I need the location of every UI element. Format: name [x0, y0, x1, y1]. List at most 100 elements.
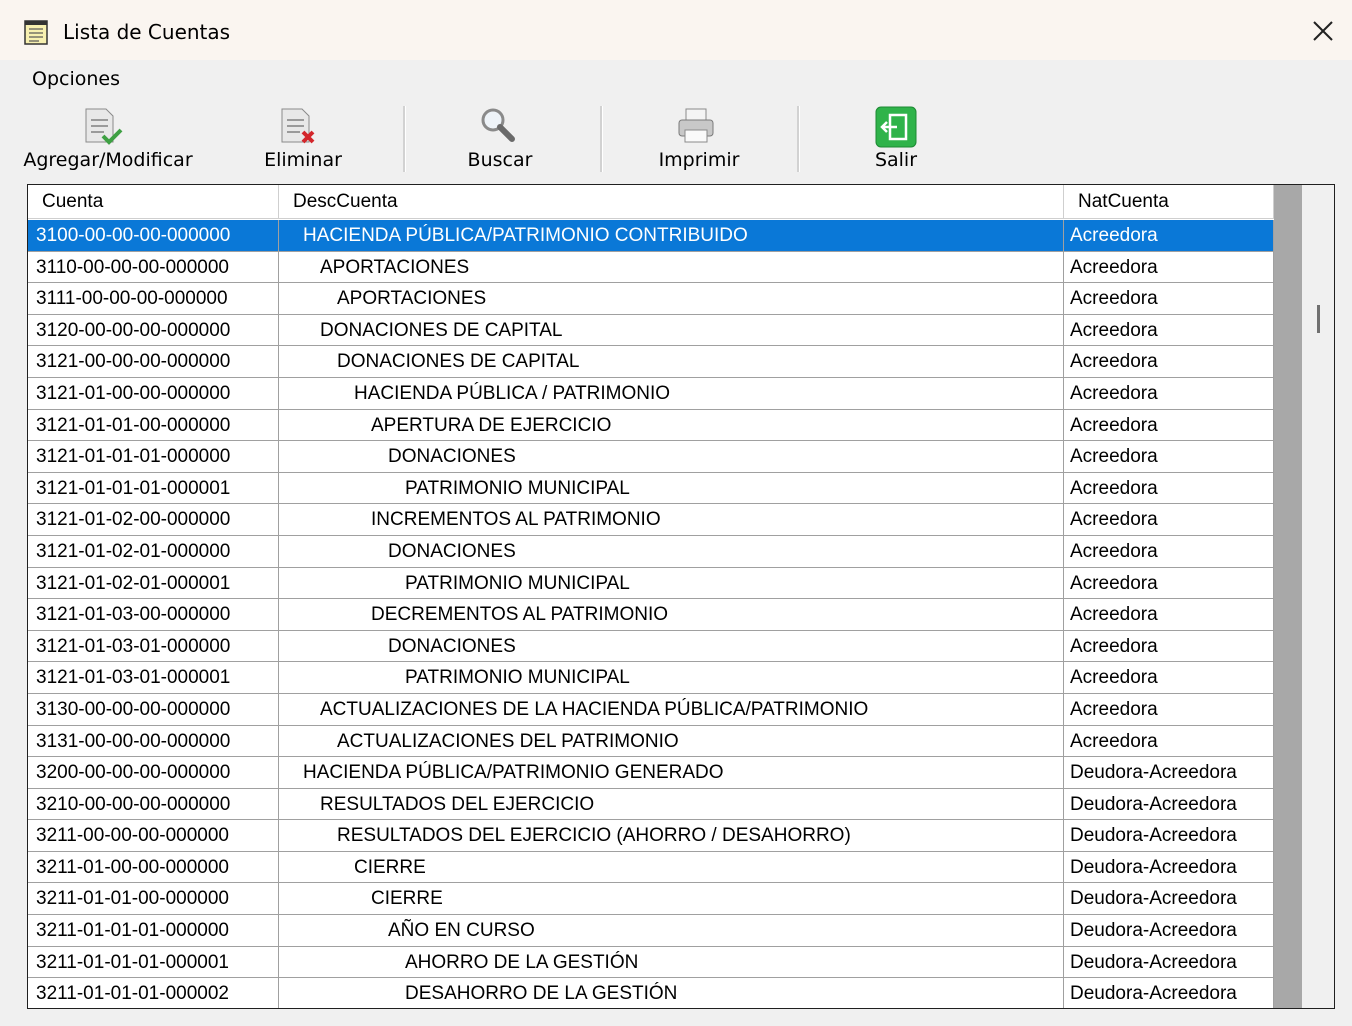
cell-cuenta[interactable]: 3121-01-01-01-000000 — [28, 441, 279, 473]
cell-cuenta[interactable]: 3121-00-00-00-000000 — [28, 346, 279, 378]
cell-natcuenta[interactable]: Deudora-Acreedora — [1064, 788, 1274, 821]
cell-cuenta[interactable]: 3211-01-01-01-000001 — [28, 946, 279, 979]
table-row[interactable]: 3121-01-03-01-000000 DONACIONES Acreedora — [28, 630, 1274, 663]
cell-natcuenta[interactable]: Acreedora — [1064, 693, 1274, 726]
cell-desccuenta[interactable]: AHORRO DE LA GESTIÓN — [279, 946, 1064, 979]
table-row[interactable]: 3121-01-02-00-000000 INCREMENTOS AL PATRI… — [28, 504, 1274, 536]
table-row[interactable]: 3211-00-00-00-000000 RESULTADOS DEL EJERC… — [28, 820, 1274, 852]
cell-desccuenta[interactable]: INCREMENTOS AL PATRIMONIO — [279, 504, 1064, 536]
table-row[interactable]: 3210-00-00-00-000000 RESULTADOS DEL EJERC… — [28, 788, 1274, 821]
cell-cuenta[interactable]: 3121-01-03-01-000000 — [28, 630, 279, 663]
column-header-desccuenta[interactable]: DescCuenta — [279, 185, 1064, 219]
cell-cuenta[interactable]: 3200-00-00-00-000000 — [28, 757, 279, 789]
cell-cuenta[interactable]: 3121-01-02-01-000001 — [28, 567, 279, 600]
cell-natcuenta[interactable]: Acreedora — [1064, 567, 1274, 600]
table-row[interactable]: 3111-00-00-00-000000 APORTACIONES Acreedor… — [28, 283, 1274, 315]
cell-cuenta[interactable]: 3121-01-02-01-000000 — [28, 535, 279, 568]
column-header-cuenta[interactable]: Cuenta — [28, 185, 279, 219]
cell-desccuenta[interactable]: DECREMENTOS AL PATRIMONIO — [279, 599, 1064, 631]
cell-natcuenta[interactable]: Deudora-Acreedora — [1064, 915, 1274, 947]
cell-natcuenta[interactable]: Acreedora — [1064, 535, 1274, 568]
cell-natcuenta[interactable]: Deudora-Acreedora — [1064, 757, 1274, 789]
table-row[interactable]: 3211-01-00-00-000000 CIERRE Deudora-Acreed… — [28, 851, 1274, 884]
cell-natcuenta[interactable]: Acreedora — [1064, 314, 1274, 347]
cell-natcuenta[interactable]: Acreedora — [1064, 504, 1274, 536]
cell-desccuenta[interactable]: APERTURA DE EJERCICIO — [279, 409, 1064, 442]
cell-natcuenta[interactable]: Acreedora — [1064, 409, 1274, 442]
cell-cuenta[interactable]: 3211-01-01-01-000002 — [28, 978, 279, 1008]
cell-natcuenta[interactable]: Deudora-Acreedora — [1064, 820, 1274, 852]
table-row[interactable]: 3120-00-00-00-000000 DONACIONES DE CAPITA… — [28, 314, 1274, 347]
cell-desccuenta[interactable]: RESULTADOS DEL EJERCICIO (AHORRO / DESAH… — [279, 820, 1064, 852]
cell-desccuenta[interactable]: DONACIONES DE CAPITAL — [279, 346, 1064, 378]
table-row[interactable]: 3121-00-00-00-000000 DONACIONES DE CAPITA… — [28, 346, 1274, 378]
cell-cuenta[interactable]: 3110-00-00-00-000000 — [28, 251, 279, 284]
cell-desccuenta[interactable]: DONACIONES DE CAPITAL — [279, 314, 1064, 347]
add-modify-button[interactable]: Agregar/Modificar — [10, 100, 206, 180]
cell-desccuenta[interactable]: DONACIONES — [279, 630, 1064, 663]
cell-desccuenta[interactable]: DONACIONES — [279, 441, 1064, 473]
cell-cuenta[interactable]: 3210-00-00-00-000000 — [28, 788, 279, 821]
cell-cuenta[interactable]: 3211-01-00-00-000000 — [28, 851, 279, 884]
cell-cuenta[interactable]: 3211-01-01-01-000000 — [28, 915, 279, 947]
cell-natcuenta[interactable]: Acreedora — [1064, 377, 1274, 410]
vertical-scrollbar[interactable] — [1302, 185, 1334, 1008]
table-row[interactable]: 3110-00-00-00-000000 APORTACIONES Acreedor… — [28, 251, 1274, 284]
close-button[interactable] — [1294, 0, 1352, 60]
cell-cuenta[interactable]: 3121-01-01-00-000000 — [28, 409, 279, 442]
cell-desccuenta[interactable]: HACIENDA PÚBLICA / PATRIMONIO — [279, 377, 1064, 410]
table-row[interactable]: 3121-01-02-01-000000 DONACIONES Acreedora — [28, 535, 1274, 568]
cell-cuenta[interactable]: 3211-00-00-00-000000 — [28, 820, 279, 852]
cell-cuenta[interactable]: 3121-01-01-01-000001 — [28, 472, 279, 505]
table-row[interactable]: 3131-00-00-00-000000 ACTUALIZACIONES DEL … — [28, 725, 1274, 758]
cell-cuenta[interactable]: 3131-00-00-00-000000 — [28, 725, 279, 758]
cell-desccuenta[interactable]: DONACIONES — [279, 535, 1064, 568]
table-row[interactable]: 3130-00-00-00-000000 ACTUALIZACIONES DE L… — [28, 693, 1274, 726]
cell-desccuenta[interactable]: RESULTADOS DEL EJERCICIO — [279, 788, 1064, 821]
table-row[interactable]: 3121-01-01-01-000000 DONACIONES Acreedora — [28, 441, 1274, 473]
cell-natcuenta[interactable]: Deudora-Acreedora — [1064, 883, 1274, 916]
cell-desccuenta[interactable]: PATRIMONIO MUNICIPAL — [279, 567, 1064, 600]
cell-desccuenta[interactable]: DESAHORRO DE LA GESTIÓN — [279, 978, 1064, 1008]
cell-desccuenta[interactable]: CIERRE — [279, 883, 1064, 916]
print-button[interactable]: Imprimir — [640, 100, 758, 180]
cell-cuenta[interactable]: 3100-00-00-00-000000 — [28, 220, 279, 252]
cell-cuenta[interactable]: 3121-01-03-01-000001 — [28, 662, 279, 694]
cell-desccuenta[interactable]: PATRIMONIO MUNICIPAL — [279, 472, 1064, 505]
table-row[interactable]: 3211-01-01-01-000000 AÑO EN CURSO Deudora-… — [28, 915, 1274, 947]
table-row[interactable]: 3211-01-01-01-000001 AHORRO DE LA GESTIÓN… — [28, 946, 1274, 979]
cell-natcuenta[interactable]: Acreedora — [1064, 220, 1274, 252]
cell-cuenta[interactable]: 3130-00-00-00-000000 — [28, 693, 279, 726]
accounts-grid[interactable]: Cuenta DescCuenta NatCuenta 3100-00-00-0… — [27, 184, 1335, 1009]
menu-opciones[interactable]: Opciones — [32, 68, 120, 90]
cell-cuenta[interactable]: 3121-01-03-00-000000 — [28, 599, 279, 631]
exit-button[interactable]: Salir — [846, 100, 946, 180]
table-row[interactable]: 3211-01-01-01-000002 DESAHORRO DE LA GEST… — [28, 978, 1274, 1008]
cell-desccuenta[interactable]: AÑO EN CURSO — [279, 915, 1064, 947]
scrollbar-thumb[interactable] — [1317, 305, 1320, 333]
table-row[interactable]: 3121-01-03-01-000001 PATRIMONIO MUNICIPAL… — [28, 662, 1274, 694]
cell-natcuenta[interactable]: Acreedora — [1064, 251, 1274, 284]
cell-natcuenta[interactable]: Deudora-Acreedora — [1064, 851, 1274, 884]
cell-desccuenta[interactable]: ACTUALIZACIONES DE LA HACIENDA PÚBLICA/P… — [279, 693, 1064, 726]
cell-natcuenta[interactable]: Deudora-Acreedora — [1064, 946, 1274, 979]
cell-cuenta[interactable]: 3121-01-00-00-000000 — [28, 377, 279, 410]
table-row[interactable]: 3121-01-01-00-000000 APERTURA DE EJERCICI… — [28, 409, 1274, 442]
cell-cuenta[interactable]: 3121-01-02-00-000000 — [28, 504, 279, 536]
cell-natcuenta[interactable]: Acreedora — [1064, 630, 1274, 663]
cell-desccuenta[interactable]: PATRIMONIO MUNICIPAL — [279, 662, 1064, 694]
cell-cuenta[interactable]: 3120-00-00-00-000000 — [28, 314, 279, 347]
table-row[interactable]: 3100-00-00-00-000000 HACIENDA PÚBLICA/PAT… — [28, 220, 1274, 252]
cell-desccuenta[interactable]: HACIENDA PÚBLICA/PATRIMONIO GENERADO — [279, 757, 1064, 789]
cell-natcuenta[interactable]: Acreedora — [1064, 725, 1274, 758]
search-button[interactable]: Buscar — [450, 100, 550, 180]
cell-desccuenta[interactable]: APORTACIONES — [279, 283, 1064, 315]
cell-desccuenta[interactable]: APORTACIONES — [279, 251, 1064, 284]
table-row[interactable]: 3121-01-00-00-000000 HACIENDA PÚBLICA / P… — [28, 377, 1274, 410]
table-row[interactable]: 3121-01-03-00-000000 DECREMENTOS AL PATRI… — [28, 599, 1274, 631]
cell-desccuenta[interactable]: CIERRE — [279, 851, 1064, 884]
delete-button[interactable]: Eliminar — [250, 100, 356, 180]
cell-natcuenta[interactable]: Acreedora — [1064, 441, 1274, 473]
table-row[interactable]: 3200-00-00-00-000000 HACIENDA PÚBLICA/PAT… — [28, 757, 1274, 789]
cell-natcuenta[interactable]: Acreedora — [1064, 599, 1274, 631]
